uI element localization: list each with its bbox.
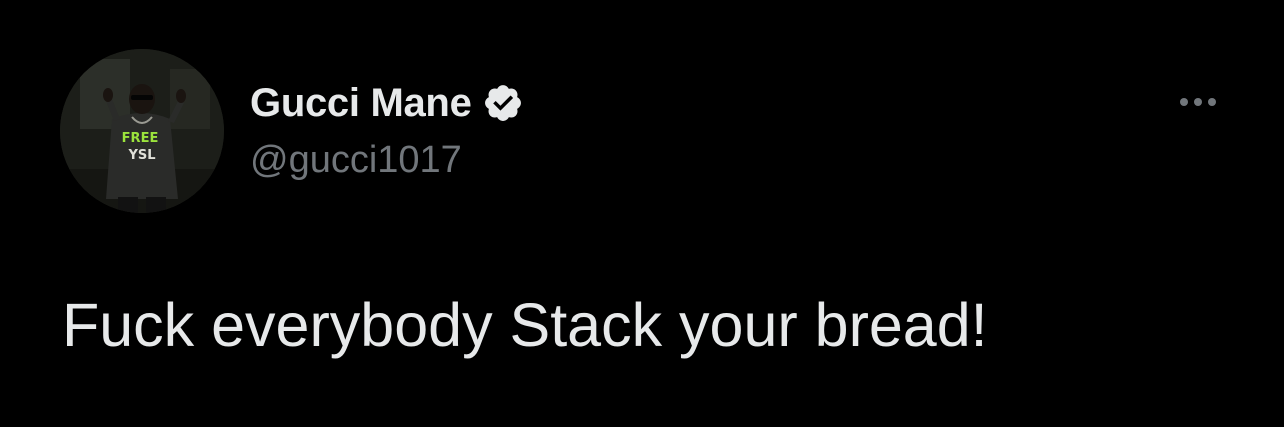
avatar-shirt-line-2: YSL [127, 148, 155, 163]
avatar-shirt-line-1: FREE [122, 131, 159, 146]
avatar-photo: FREE YSL [60, 49, 224, 213]
verified-badge-icon [482, 82, 524, 124]
more-horizontal-icon [1180, 98, 1216, 106]
tweet: FREE YSL Gucci Mane @gucci1017 Fuck ever… [0, 0, 1284, 427]
avatar[interactable]: FREE YSL [60, 49, 224, 213]
tweet-text: Fuck everybody Stack your bread! [62, 291, 988, 359]
author-name-row: Gucci Mane [250, 80, 524, 126]
author-handle[interactable]: @gucci1017 [250, 138, 524, 182]
author-display-name[interactable]: Gucci Mane [250, 80, 472, 126]
more-options-button[interactable] [1174, 90, 1222, 114]
tweet-author: Gucci Mane @gucci1017 [250, 80, 524, 182]
